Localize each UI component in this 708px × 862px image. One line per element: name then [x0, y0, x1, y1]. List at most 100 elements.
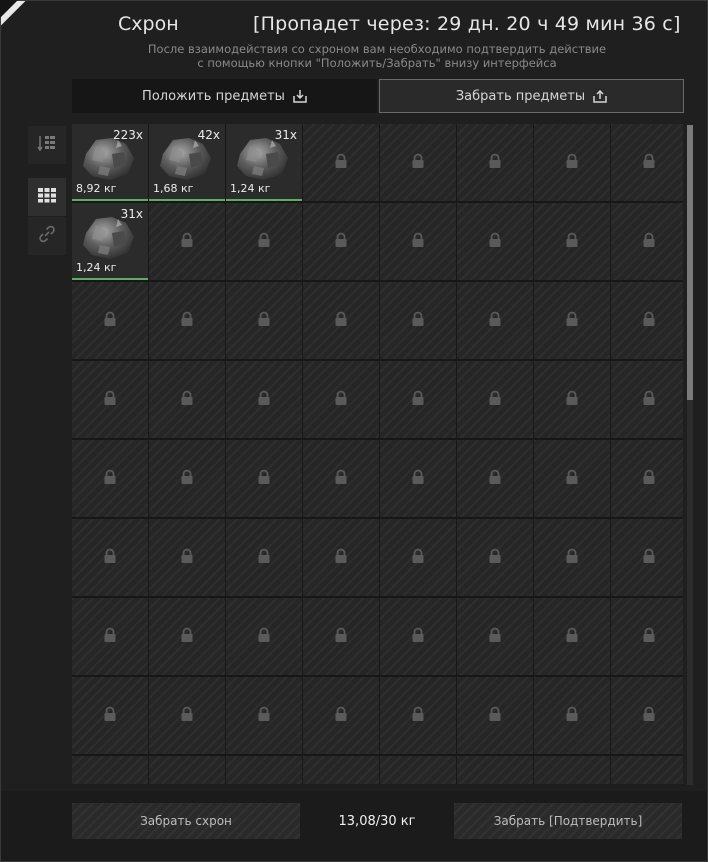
lock-icon [642, 706, 656, 726]
scrollbar-thumb[interactable] [687, 125, 693, 400]
lock-icon [103, 311, 117, 331]
lock-icon [411, 390, 425, 410]
locked-slot[interactable] [303, 756, 379, 784]
locked-slot[interactable] [611, 282, 683, 359]
locked-slot[interactable] [303, 203, 379, 280]
item-quantity: 31x [274, 128, 297, 142]
locked-slot[interactable] [149, 677, 225, 754]
locked-slot[interactable] [380, 598, 456, 675]
sort-button[interactable] [28, 126, 66, 164]
locked-slot[interactable] [72, 361, 148, 438]
locked-slot[interactable] [534, 282, 610, 359]
locked-slot[interactable] [303, 282, 379, 359]
grid-view-button[interactable] [28, 178, 66, 216]
locked-slot[interactable] [611, 598, 683, 675]
locked-slot[interactable] [611, 756, 683, 784]
tab-put-items[interactable]: Положить предметы [72, 79, 377, 113]
lock-icon [565, 469, 579, 489]
item-slot[interactable]: 31x 1,24 кг [226, 124, 302, 201]
locked-slot[interactable] [226, 519, 302, 596]
locked-slot[interactable] [226, 282, 302, 359]
locked-slot[interactable] [457, 124, 533, 201]
locked-slot[interactable] [611, 203, 683, 280]
locked-slot[interactable] [72, 519, 148, 596]
item-slot[interactable]: 31x 1,24 кг [72, 203, 148, 280]
locked-slot[interactable] [226, 203, 302, 280]
lock-icon [411, 153, 425, 173]
stash-window: Схрон [Пропадет через: 29 дн. 20 ч 49 ми… [0, 0, 708, 862]
lock-icon [257, 706, 271, 726]
locked-slot[interactable] [611, 124, 683, 201]
locked-slot[interactable] [380, 440, 456, 517]
lock-icon [411, 627, 425, 647]
locked-slot[interactable] [534, 677, 610, 754]
locked-slot[interactable] [611, 440, 683, 517]
locked-slot[interactable] [534, 203, 610, 280]
locked-slot[interactable] [303, 361, 379, 438]
confirmation-notice: После взаимодействия со схроном вам необ… [71, 42, 683, 70]
locked-slot[interactable] [226, 756, 302, 784]
link-button[interactable] [28, 217, 66, 255]
locked-slot[interactable] [380, 361, 456, 438]
lock-icon [180, 706, 194, 726]
locked-slot[interactable] [149, 361, 225, 438]
locked-slot[interactable] [534, 756, 610, 784]
lock-icon [488, 706, 502, 726]
locked-slot[interactable] [457, 361, 533, 438]
locked-slot[interactable] [534, 519, 610, 596]
locked-slot[interactable] [380, 677, 456, 754]
locked-slot[interactable] [457, 677, 533, 754]
confirm-take-button[interactable]: Забрать [Подтвердить] [454, 803, 682, 839]
locked-slot[interactable] [380, 519, 456, 596]
locked-slot[interactable] [149, 756, 225, 784]
locked-slot[interactable] [534, 361, 610, 438]
locked-slot[interactable] [149, 440, 225, 517]
locked-slot[interactable] [303, 519, 379, 596]
locked-slot[interactable] [303, 440, 379, 517]
locked-slot[interactable] [72, 440, 148, 517]
lock-icon [642, 548, 656, 568]
locked-slot[interactable] [611, 361, 683, 438]
locked-slot[interactable] [226, 677, 302, 754]
item-slot[interactable]: 223x 8,92 кг [72, 124, 148, 201]
locked-slot[interactable] [149, 203, 225, 280]
locked-slot[interactable] [380, 124, 456, 201]
locked-slot[interactable] [303, 124, 379, 201]
locked-slot[interactable] [380, 756, 456, 784]
locked-slot[interactable] [457, 440, 533, 517]
locked-slot[interactable] [72, 756, 148, 784]
lock-icon [180, 232, 194, 252]
lock-icon [334, 311, 348, 331]
locked-slot[interactable] [72, 677, 148, 754]
tab-take-items[interactable]: Забрать предметы [379, 79, 684, 113]
item-weight: 1,24 кг [230, 182, 271, 195]
locked-slot[interactable] [534, 124, 610, 201]
locked-slot[interactable] [226, 598, 302, 675]
grid-scrollbar[interactable] [687, 125, 693, 785]
locked-slot[interactable] [303, 598, 379, 675]
locked-slot[interactable] [303, 677, 379, 754]
locked-slot[interactable] [149, 519, 225, 596]
locked-slot[interactable] [534, 598, 610, 675]
locked-slot[interactable] [534, 440, 610, 517]
item-quantity: 223x [112, 128, 143, 142]
locked-slot[interactable] [611, 677, 683, 754]
locked-slot[interactable] [72, 282, 148, 359]
item-slot[interactable]: 42x 1,68 кг [149, 124, 225, 201]
locked-slot[interactable] [380, 203, 456, 280]
locked-slot[interactable] [226, 440, 302, 517]
locked-slot[interactable] [457, 519, 533, 596]
locked-slot[interactable] [149, 282, 225, 359]
take-stash-button[interactable]: Забрать схрон [72, 803, 300, 839]
locked-slot[interactable] [611, 519, 683, 596]
locked-slot[interactable] [457, 756, 533, 784]
item-weight: 8,92 кг [76, 182, 117, 195]
locked-slot[interactable] [380, 282, 456, 359]
locked-slot[interactable] [149, 598, 225, 675]
locked-slot[interactable] [457, 598, 533, 675]
locked-slot[interactable] [72, 598, 148, 675]
locked-slot[interactable] [457, 282, 533, 359]
lock-icon [411, 311, 425, 331]
locked-slot[interactable] [457, 203, 533, 280]
locked-slot[interactable] [226, 361, 302, 438]
